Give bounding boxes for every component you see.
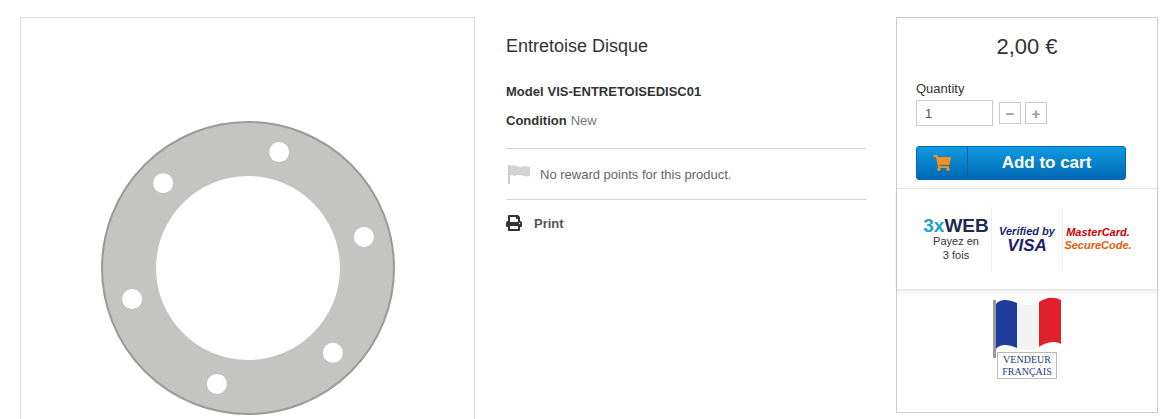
- cart-icon-box: [917, 147, 968, 179]
- quantity-plus-button[interactable]: +: [1025, 102, 1047, 124]
- product-page: Entretoise Disque ModelVIS-ENTRETOISEDISC…: [0, 0, 1171, 419]
- reward-text: No reward points for this product.: [540, 167, 731, 182]
- payment-logos: 3xWEBPayez en3 foisVerified byVISAMaster…: [897, 188, 1157, 290]
- threexweb-logo: 3xWEBPayez en3 fois: [921, 207, 991, 271]
- flag-icon: [506, 163, 532, 185]
- price: 2,00 €: [897, 34, 1157, 60]
- product-image-panel: [20, 17, 475, 419]
- quantity-label: Quantity: [916, 81, 1157, 96]
- condition-field: ConditionNew: [506, 113, 866, 128]
- printer-icon: [506, 215, 522, 231]
- product-title: Entretoise Disque: [506, 36, 866, 57]
- quantity-input[interactable]: [916, 100, 993, 126]
- quantity-row: −+: [916, 100, 1157, 126]
- model-field: ModelVIS-ENTRETOISEDISC01: [506, 84, 866, 99]
- buy-box: 2,00 € Quantity −+ Add to cart 3xWEBPayez en…: [896, 17, 1158, 413]
- add-to-cart-button[interactable]: Add to cart: [916, 146, 1126, 180]
- reward-row: No reward points for this product.: [506, 148, 866, 200]
- print-link[interactable]: Print: [506, 200, 866, 231]
- product-info: Entretoise Disque ModelVIS-ENTRETOISEDISC…: [506, 17, 866, 231]
- seller-badge: VENDEURFRANÇAIS: [897, 294, 1157, 379]
- french-flag-icon: [987, 294, 1067, 360]
- visa-logo: Verified byVISA: [991, 207, 1062, 271]
- seller-badge-label: VENDEURFRANÇAIS: [997, 352, 1056, 379]
- cart-icon: [933, 154, 951, 172]
- quantity-minus-button[interactable]: −: [999, 102, 1021, 124]
- mastercard-logo: MasterCard.SecureCode.: [1062, 207, 1133, 271]
- product-photo: [98, 118, 398, 418]
